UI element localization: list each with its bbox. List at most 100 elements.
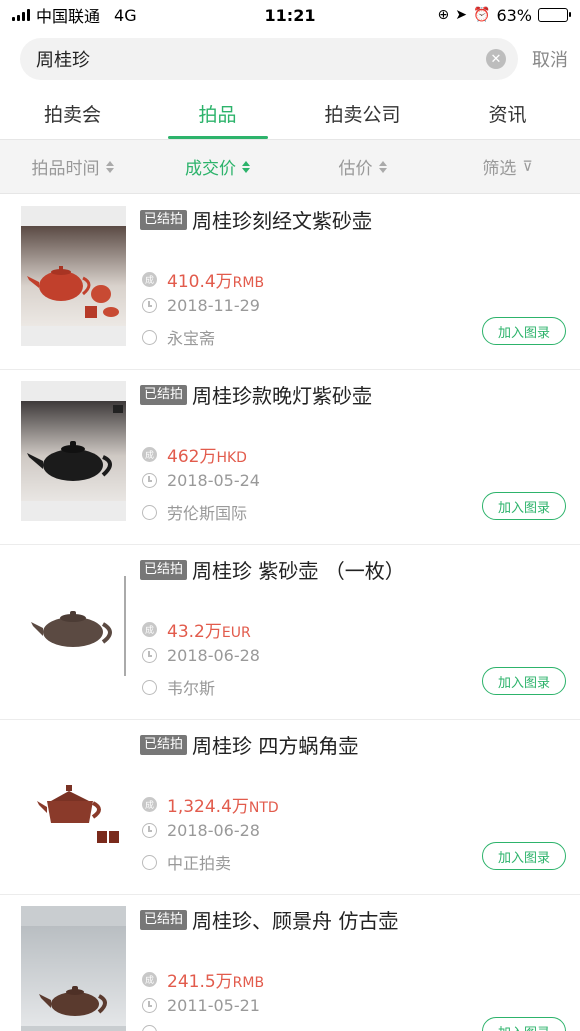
status-bar: 中国联通 4G 11:21 ⊕ ➤ ⏰ 63% [0,0,580,30]
deal-price-icon: 成 [142,272,157,287]
lot-date-row: 2018-06-28 [142,821,260,840]
auction-house-icon [142,1025,157,1031]
lot-house-row: 中正拍卖 [142,850,231,874]
price-currency: EUR [221,625,251,641]
status-badge: 已结拍 [140,734,188,755]
lot-date: 2018-11-29 [167,296,260,315]
status-badge: 已结拍 [140,909,188,930]
tab-lots[interactable]: 拍品 [145,88,290,139]
battery-percent: 63% [496,5,532,25]
clock-icon [142,298,157,313]
lot-house-row: 韦尔斯 [142,675,215,699]
lot-date-row: 2011-05-21 [142,996,260,1015]
sort-hammer-price[interactable]: 成交价 [145,154,290,179]
auction-house-name: 永宝斋 [167,329,216,348]
lot-item[interactable]: 已结拍 周桂珍、顾景舟 仿古壶 成 241.5万RMB 2011-05-21 加… [0,895,580,1031]
rotation-lock-icon: ⊕ [437,7,450,23]
auction-house-icon [142,679,157,695]
lot-date: 2018-06-28 [167,646,260,665]
lot-thumbnail[interactable] [21,206,126,346]
add-to-catalog-button[interactable]: 加入图录 [482,667,566,695]
auction-house-icon [142,504,157,520]
cancel-button[interactable]: 取消 [532,46,568,72]
sort-lot-time[interactable]: 拍品时间 [0,154,145,179]
lot-title: 周桂珍 紫砂壶 （一枚） [192,559,405,583]
teapot-image [21,576,126,676]
status-left: 中国联通 4G [12,3,137,27]
lot-price-row: 成 241.5万RMB [142,967,264,992]
lot-thumbnail[interactable] [21,906,126,1031]
auction-house-icon [142,854,157,870]
price-amount: 462万 [167,447,217,467]
network-label: 4G [114,5,137,25]
teapot-image [21,226,126,326]
deal-price-icon: 成 [142,797,157,812]
status-badge: 已结拍 [140,209,188,230]
lot-item[interactable]: 已结拍 周桂珍 紫砂壶 （一枚） 成 43.2万EUR 2018-06-28 韦… [0,545,580,720]
carrier-label: 中国联通 [36,7,101,26]
sort-hammer-price-label: 成交价 [185,159,236,179]
lot-item[interactable]: 已结拍 周桂珍刻经文紫砂壶 成 410.4万RMB 2018-11-29 永宝斋… [0,195,580,370]
lot-thumbnail[interactable] [21,381,126,521]
filter-button[interactable]: 筛选 ⊽ [435,154,580,180]
price-currency: RMB [232,975,265,991]
main-tabs: 拍卖会 拍品 拍卖公司 资讯 [0,88,580,140]
lot-price-row: 成 462万HKD [142,442,247,467]
auction-house-icon [142,329,157,345]
lot-title-row: 已结拍 周桂珍 四方蜗角壶 [140,730,570,759]
lot-title-row: 已结拍 周桂珍 紫砂壶 （一枚） [140,555,570,584]
sort-lot-time-label: 拍品时间 [31,159,100,179]
sort-estimate[interactable]: 估价 [290,154,435,179]
auction-house-name: 中正拍卖 [167,854,232,873]
add-to-catalog-button[interactable]: 加入图录 [482,317,566,345]
lot-title: 周桂珍、顾景舟 仿古壶 [192,909,399,933]
tab-news[interactable]: 资讯 [435,88,580,139]
auction-house-name: 劳伦斯国际 [167,504,248,523]
search-box[interactable]: ✕ [20,38,518,80]
sort-arrows-icon [105,160,114,173]
lot-item[interactable]: 已结拍 周桂珍 四方蜗角壶 成 1,324.4万NTD 2018-06-28 中… [0,720,580,895]
price-amount: 1,324.4万 [167,797,249,817]
lot-thumbnail[interactable] [21,731,126,871]
lot-title-row: 已结拍 周桂珍、顾景舟 仿古壶 [140,905,570,934]
clear-icon[interactable]: ✕ [486,49,506,69]
signal-icon [12,9,30,21]
lot-title: 周桂珍 四方蜗角壶 [192,734,359,758]
tab-auction-houses[interactable]: 拍卖公司 [290,88,435,139]
search-row: ✕ 取消 [0,30,580,88]
tab-auctions[interactable]: 拍卖会 [0,88,145,139]
clock-icon [142,998,157,1013]
lot-house-row [142,1025,167,1031]
deal-price-icon: 成 [142,447,157,462]
lot-house-row: 永宝斋 [142,325,215,349]
lot-price-row: 成 1,324.4万NTD [142,792,279,817]
add-to-catalog-button[interactable]: 加入图录 [482,1017,566,1031]
price-currency: NTD [248,800,279,816]
sort-arrows-icon [378,160,387,173]
lot-price-row: 成 43.2万EUR [142,617,251,642]
teapot-image [21,751,126,851]
status-right: ⊕ ➤ ⏰ 63% [437,5,571,25]
lot-title-row: 已结拍 周桂珍刻经文紫砂壶 [140,205,570,234]
lot-date: 2018-05-24 [167,471,260,490]
lot-title-row: 已结拍 周桂珍款晚灯紫砂壶 [140,380,570,409]
lot-date: 2018-06-28 [167,821,260,840]
lot-item[interactable]: 已结拍 周桂珍款晚灯紫砂壶 成 462万HKD 2018-05-24 劳伦斯国际… [0,370,580,545]
lot-title: 周桂珍款晚灯紫砂壶 [192,384,373,408]
lot-date: 2011-05-21 [167,996,260,1015]
lot-title: 周桂珍刻经文紫砂壶 [192,209,373,233]
status-badge: 已结拍 [140,559,188,580]
deal-price-icon: 成 [142,972,157,987]
clock-icon [142,648,157,663]
auction-house-name: 韦尔斯 [167,679,216,698]
battery-icon [538,8,571,22]
lot-date-row: 2018-05-24 [142,471,260,490]
clock-icon [142,823,157,838]
deal-price-icon: 成 [142,622,157,637]
lot-thumbnail[interactable] [21,556,126,696]
lot-house-row: 劳伦斯国际 [142,500,247,524]
lot-price-row: 成 410.4万RMB [142,267,264,292]
add-to-catalog-button[interactable]: 加入图录 [482,842,566,870]
add-to-catalog-button[interactable]: 加入图录 [482,492,566,520]
search-input[interactable] [36,48,486,70]
